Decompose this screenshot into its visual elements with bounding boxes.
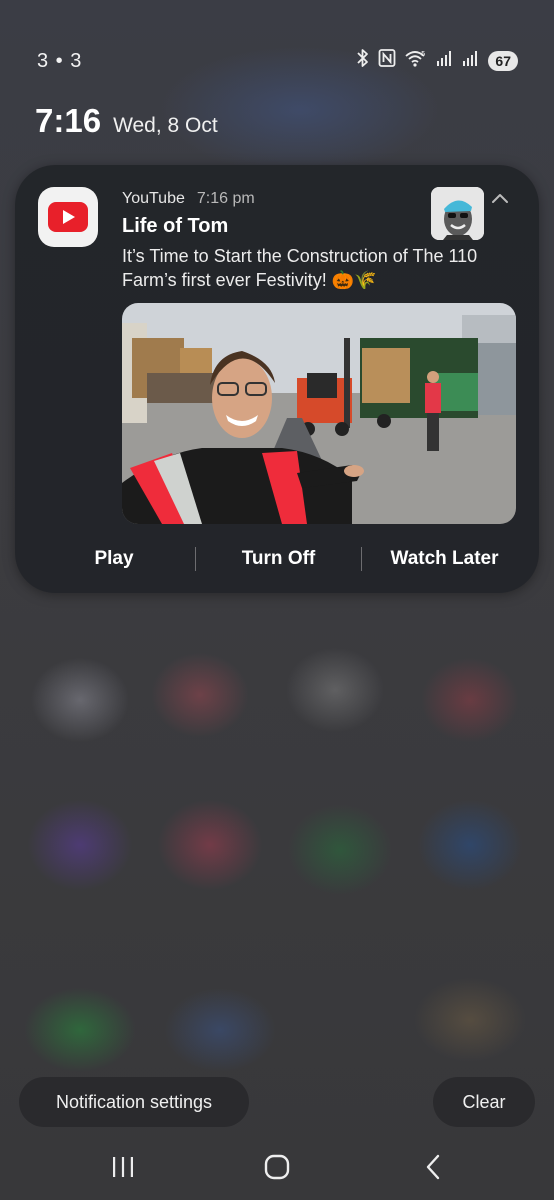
status-bar: 3 • 3 5 67: [0, 46, 554, 76]
notification-actions: Play Turn Off Watch Later: [15, 537, 539, 581]
notification-body: It’s Time to Start the Construction of T…: [122, 246, 478, 290]
signal-icon: [436, 48, 454, 73]
signal-icon: [462, 48, 480, 73]
lock-header: 7:16 Wed, 8 Oct: [35, 102, 218, 140]
bluetooth-icon: [356, 48, 370, 73]
recent-apps-icon[interactable]: [108, 1153, 138, 1181]
youtube-notification-card[interactable]: YouTube 7:16 pm Life of Tom It’s Time to…: [15, 165, 539, 593]
notification-settings-button[interactable]: Notification settings: [19, 1077, 249, 1127]
date: Wed, 8 Oct: [113, 114, 218, 137]
status-notification-counts: 3 • 3: [37, 50, 83, 72]
back-icon[interactable]: [418, 1153, 448, 1181]
watch-later-button[interactable]: Watch Later: [362, 548, 527, 570]
notification-title: Life of Tom: [122, 215, 229, 237]
battery-icon: 67: [488, 50, 518, 71]
svg-text:5: 5: [421, 50, 425, 58]
clear-button[interactable]: Clear: [433, 1077, 535, 1127]
turn-off-button[interactable]: Turn Off: [196, 548, 361, 570]
clock: 7:16: [35, 102, 102, 139]
youtube-icon: [38, 187, 98, 247]
play-button[interactable]: Play: [15, 548, 195, 570]
home-icon[interactable]: [262, 1153, 292, 1181]
wifi-icon: 5: [404, 48, 428, 73]
nfc-icon: [378, 48, 396, 73]
collapse-chevron-icon[interactable]: [490, 191, 510, 207]
notification-header: YouTube 7:16 pm: [122, 190, 255, 208]
app-name: YouTube: [122, 190, 185, 207]
video-thumbnail[interactable]: [122, 303, 516, 524]
notification-time: 7:16 pm: [196, 190, 255, 207]
channel-avatar: [431, 187, 484, 240]
status-icons: 5 67: [356, 48, 518, 73]
navigation-bar: [0, 1145, 554, 1190]
